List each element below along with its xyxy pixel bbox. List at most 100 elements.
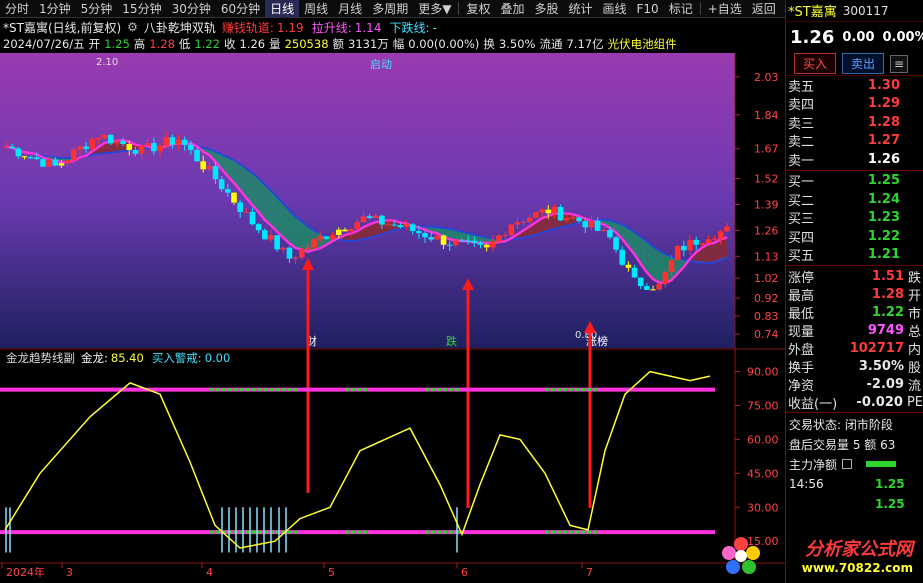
- asks-level-3[interactable]: 卖二 1.27: [786, 132, 923, 150]
- asks-level-1[interactable]: 卖四 1.29: [786, 95, 923, 113]
- toolbar-btn-4[interactable]: 30分钟: [167, 0, 216, 18]
- sub-tick-label: 60.00: [747, 433, 779, 446]
- candle-body: [212, 166, 219, 180]
- toolbar-btn-10[interactable]: 更多▼: [413, 0, 456, 18]
- asks-level-4[interactable]: 卖一 1.26: [786, 150, 923, 169]
- toolbar-btn-3[interactable]: 15分钟: [117, 0, 166, 18]
- toolbar-btn-12[interactable]: 叠加: [495, 0, 529, 18]
- toolbar-btn-16[interactable]: F10: [632, 0, 664, 18]
- stat-tail: 总: [908, 324, 922, 340]
- price-change: 0.00: [842, 29, 875, 45]
- main-net-row[interactable]: 主力净额: [786, 454, 923, 474]
- candle-body: [194, 149, 200, 162]
- stat-label: 外盘: [788, 342, 815, 358]
- sell-button[interactable]: 卖出: [842, 53, 885, 74]
- indicator-line-0: 赚钱轨道: 1.19: [222, 21, 304, 35]
- stat-list: 涨停 1.51 跌最高 1.28 开最低 1.22 市现量 9749 总外盘 102717 内换手 3…: [786, 267, 923, 412]
- price-tick-label: 1.52: [754, 173, 779, 186]
- asks-level-0[interactable]: 卖五 1.30: [786, 76, 923, 95]
- bids-level-1[interactable]: 买二 1.24: [786, 190, 923, 209]
- toolbar-btn-18[interactable]: +自选: [703, 0, 747, 18]
- trade-buttons: 买入 卖出 ≡: [786, 52, 923, 76]
- indicator-line-label: 赚钱轨道:: [221, 20, 274, 35]
- candle-body: [354, 222, 361, 230]
- toolbar-btn-13[interactable]: 多股: [529, 0, 563, 18]
- candle-body: [144, 143, 151, 146]
- candle-body: [551, 206, 558, 214]
- main-net-label: 主力净额: [789, 457, 838, 472]
- logo-title: 分析家公式网: [805, 539, 913, 560]
- after-hours-volume: 盘后交易量 5 额 63: [789, 437, 896, 452]
- toolbar-btn-1[interactable]: 1分钟: [34, 0, 76, 18]
- candle-body: [514, 222, 521, 225]
- stat-label: 收益(一): [788, 396, 838, 412]
- toolbar-btn-15[interactable]: 画线: [598, 0, 632, 18]
- toolbar-btn-5[interactable]: 60分钟: [216, 0, 265, 18]
- indicator-line-value: -: [432, 20, 437, 35]
- bids-level-3[interactable]: 买四 1.22: [786, 227, 923, 246]
- candle-body: [3, 146, 9, 148]
- stat-row-1: 最高 1.28 开: [786, 285, 923, 304]
- start-label: 启动: [370, 58, 392, 71]
- stat-row-4: 外盘 102717 内: [786, 339, 923, 358]
- kline-chart[interactable]: 2.03 1.84 1.67 1.52 1.39 1.26 1.13 1.02 0.92 0.83…: [0, 53, 785, 580]
- bids-level-0[interactable]: 买一 1.25: [786, 172, 923, 190]
- bids-level-2[interactable]: 买三 1.23: [786, 209, 923, 227]
- chart-area[interactable]: 2.03 1.84 1.67 1.52 1.39 1.26 1.13 1.02 0.92 0.83…: [0, 53, 785, 580]
- candle-body: [46, 159, 52, 167]
- candle-body: [181, 139, 188, 145]
- candle-body: [724, 226, 730, 232]
- quote-open: 1.25: [104, 37, 130, 51]
- toolbar-btn-11[interactable]: 复权: [461, 0, 495, 18]
- band-fill: [653, 246, 660, 283]
- date-label-2: 4: [206, 566, 213, 579]
- toolbar-btn-0[interactable]: 分时: [0, 0, 34, 18]
- candle-body: [693, 239, 699, 245]
- stat-value: 1.28: [871, 286, 904, 302]
- asks-level-2[interactable]: 卖三 1.28: [786, 113, 923, 132]
- settings-icon[interactable]: ⚙: [127, 20, 138, 34]
- candle-body: [169, 137, 176, 145]
- toolbar-separator: [699, 2, 701, 15]
- candle-body: [243, 211, 250, 213]
- candle-body: [422, 233, 428, 238]
- candle-body: [576, 217, 582, 222]
- toolbar-btn-8[interactable]: 月线: [333, 0, 367, 18]
- indicator-lines: 赚钱轨道: 1.19 拉升线: 1.14 下跌线: -: [222, 19, 445, 35]
- menu-icon[interactable]: ≡: [890, 54, 909, 73]
- logo-url: www.70822.com: [801, 561, 913, 575]
- candle-body: [101, 134, 108, 138]
- candle-body: [305, 247, 311, 250]
- quote-high: 1.28: [149, 37, 175, 51]
- toolbar-btn-6[interactable]: 日线: [265, 0, 300, 18]
- stock-period-title[interactable]: *ST嘉寓(日线,前复权): [3, 19, 121, 35]
- stat-row-7: 收益(一) -0.020 PE: [786, 393, 923, 412]
- candle-body: [416, 230, 422, 234]
- candle-body: [298, 249, 305, 258]
- candle-body: [718, 231, 724, 239]
- list-icon[interactable]: [842, 459, 853, 469]
- candle-body: [64, 160, 71, 164]
- candle-body: [563, 218, 570, 221]
- stat-value: 102717: [849, 340, 904, 356]
- toolbar-btn-7[interactable]: 周线: [299, 0, 333, 18]
- toolbar-btn-14[interactable]: 统计: [563, 0, 597, 18]
- candle-body: [446, 244, 453, 246]
- indicator-line-value: 1.14: [354, 20, 382, 35]
- toolbar-btn-19[interactable]: 返回: [747, 0, 781, 18]
- stat-value: 9749: [867, 322, 904, 338]
- quote-sector[interactable]: 光伏电池组件: [608, 36, 677, 52]
- toolbar-btn-2[interactable]: 5分钟: [76, 0, 118, 18]
- candle-body: [70, 149, 77, 161]
- buy-button[interactable]: 买入: [794, 53, 837, 74]
- sub-indicator-header: 金龙趋势线副 金龙: 85.40 买入警戒: 0.00: [6, 351, 230, 365]
- indicator-name[interactable]: 八卦乾坤双轨: [144, 19, 216, 35]
- bids-level-4[interactable]: 买五 1.21: [786, 246, 923, 264]
- sub-title: 金龙趋势线副: [6, 351, 75, 365]
- toolbar-btn-9[interactable]: 多周期: [367, 0, 413, 18]
- toolbar-btn-17[interactable]: 标记: [664, 0, 698, 18]
- candle-body: [52, 159, 59, 166]
- sub-tick-label: 30.00: [747, 501, 779, 514]
- indicator-line-1: 拉升线: 1.14: [312, 21, 382, 35]
- bids-price: 1.24: [867, 191, 900, 207]
